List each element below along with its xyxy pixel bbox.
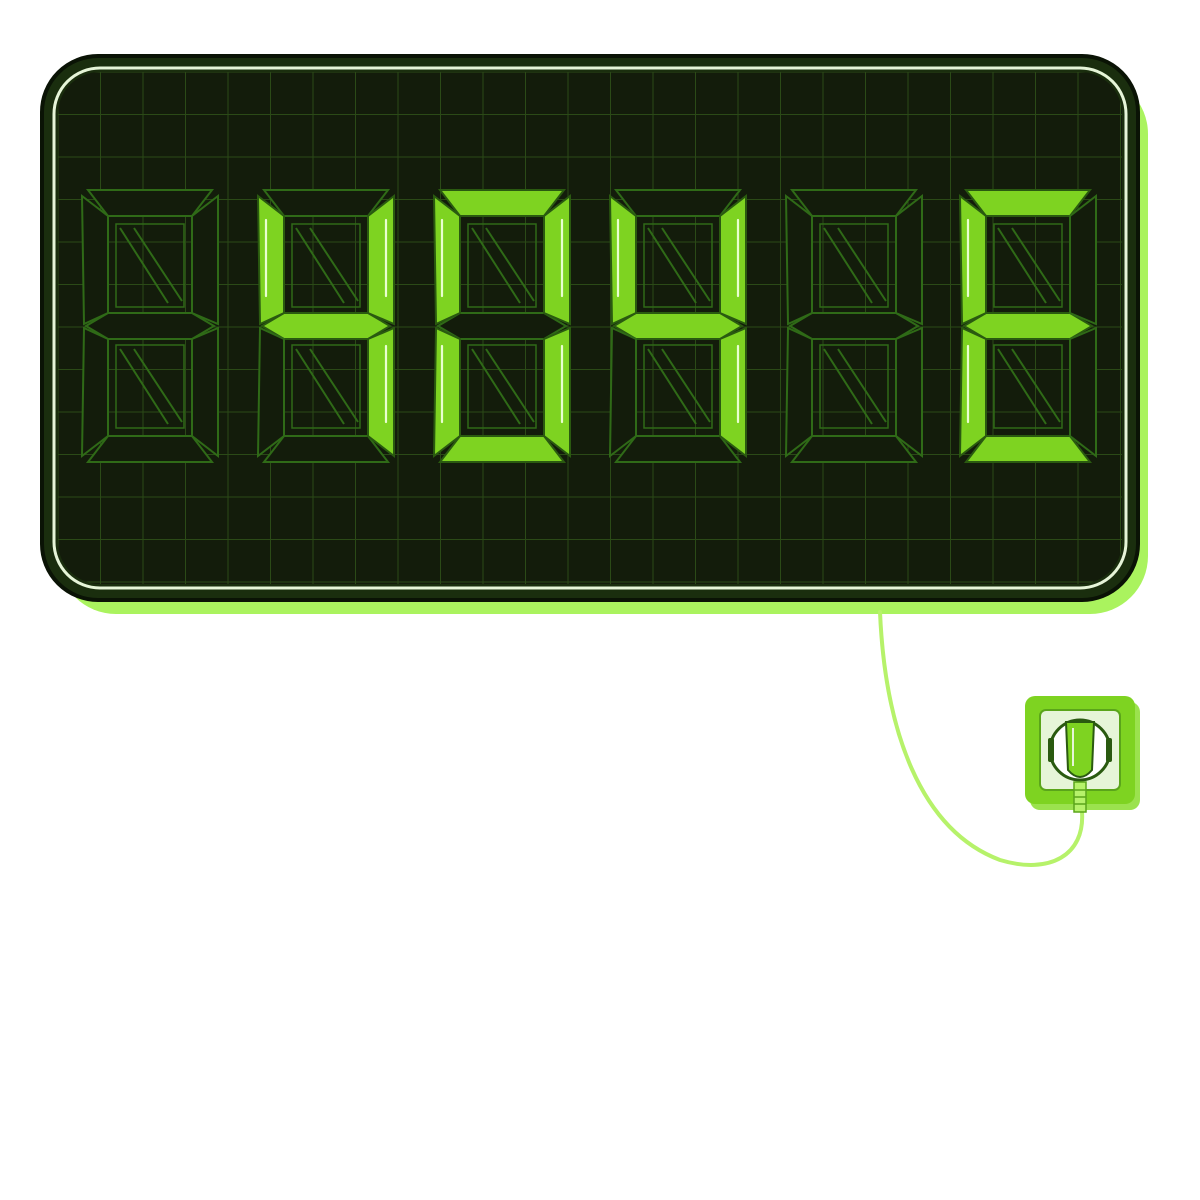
segment-bottom-left-lit: [432, 326, 461, 459]
segment-top-right-unlit: [191, 193, 219, 326]
segment-top-unlit: [261, 189, 391, 217]
segment-bottom-right-unlit: [191, 326, 219, 459]
segment-top-left-lit: [432, 193, 461, 326]
segment-top-left-unlit: [784, 193, 813, 326]
segment-bottom-left-unlit: [608, 326, 637, 459]
segment-bottom-left-unlit: [256, 326, 285, 459]
segment-middle-unlit: [788, 312, 920, 340]
segment-bottom-right-lit: [367, 326, 395, 459]
segment-top-right-unlit: [895, 193, 923, 326]
segment-top-left-lit: [608, 193, 637, 326]
segment-top-left-unlit: [80, 193, 109, 326]
segment-top-right-unlit: [1069, 193, 1097, 326]
segment-bottom-left-unlit: [80, 326, 109, 459]
error-404-illustration: [40, 54, 1148, 867]
segment-bottom-lit: [963, 435, 1093, 463]
segment-bottom-unlit: [85, 435, 215, 463]
segment-bottom-unlit: [789, 435, 919, 463]
segment-middle-lit: [260, 312, 392, 340]
segment-middle-lit: [962, 312, 1094, 340]
segment-top-left-lit: [958, 193, 987, 326]
segment-bottom-unlit: [613, 435, 743, 463]
segment-bottom-unlit: [261, 435, 391, 463]
segment-top-unlit: [789, 189, 919, 217]
segment-bottom-right-lit: [543, 326, 571, 459]
segment-bottom-left-unlit: [784, 326, 813, 459]
segment-bottom-right-lit: [719, 326, 747, 459]
segment-top-right-lit: [543, 193, 571, 326]
segment-bottom-right-unlit: [895, 326, 923, 459]
segment-middle-unlit: [436, 312, 568, 340]
segment-bottom-lit: [437, 435, 567, 463]
segment-top-right-lit: [719, 193, 747, 326]
segment-top-lit: [963, 189, 1093, 217]
segment-top-left-lit: [256, 193, 285, 326]
segment-middle-lit: [612, 312, 744, 340]
segment-bottom-left-lit: [958, 326, 987, 459]
segment-bottom-right-unlit: [1069, 326, 1097, 459]
segment-top-right-lit: [367, 193, 395, 326]
segment-middle-unlit: [84, 312, 216, 340]
segment-top-unlit: [613, 189, 743, 217]
segment-top-unlit: [85, 189, 215, 217]
segment-top-lit: [437, 189, 567, 217]
